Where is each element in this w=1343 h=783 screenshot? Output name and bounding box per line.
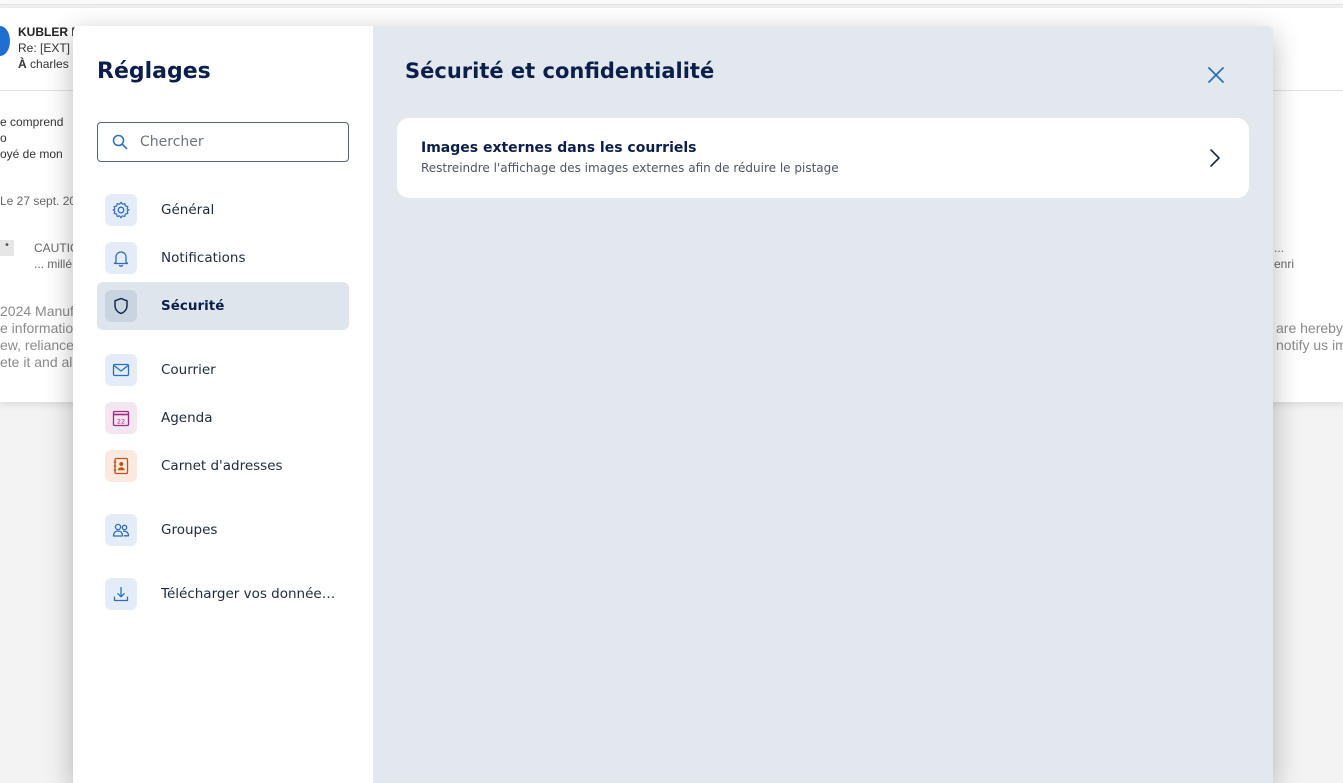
mail-icon [105,354,137,386]
settings-modal: Réglages Général [73,26,1273,783]
to-value: charles [30,57,69,71]
email-subject: Re: [EXT] F [18,41,81,55]
background-top-bar [0,0,1343,5]
search-input[interactable] [140,134,340,150]
external-images-setting[interactable]: Images externes dans les courriels Restr… [397,118,1249,198]
close-icon [1208,67,1224,83]
close-button[interactable] [1203,62,1229,88]
email-date: Le 27 sept. 20 [0,194,77,208]
calendar-day: 22 [117,417,125,425]
sidebar-item-security[interactable]: Sécurité [97,282,349,330]
settings-title: Réglages [97,59,211,84]
right-text: enri [1274,257,1295,271]
sidebar-item-mail[interactable]: Courrier [97,346,349,394]
search-icon [112,134,128,150]
footer-text: 2024 Manufa [0,303,82,319]
footer-text: ete it and all [0,354,76,370]
calendar-icon: 22 [105,402,137,434]
footer-text: ew, reliance [0,337,74,353]
right-text: ... [1274,241,1285,255]
bell-icon [105,242,137,274]
email-body-line: e comprend [0,115,64,129]
search-box[interactable] [97,122,349,162]
footer-text: notify us im [1276,337,1343,353]
sidebar-item-calendar[interactable]: 22 Agenda [97,394,349,442]
sidebar-item-label: Notifications [161,250,246,266]
sidebar-item-label: Sécurité [161,298,225,314]
groups-icon [105,514,137,546]
settings-sidebar: Réglages Général [73,26,373,783]
quote-chip: • [0,240,14,256]
download-icon [105,578,137,610]
caution-text: ... millé [34,257,73,271]
sidebar-item-label: Agenda [161,410,213,426]
gear-icon [105,194,137,226]
sidebar-item-label: Général [161,202,215,218]
email-recipient: À charles [18,57,69,71]
settings-content: Sécurité et confidentialité Images exter… [373,26,1273,783]
sidebar-item-contacts[interactable]: Carnet d'adresses [97,442,349,490]
sidebar-item-label: Groupes [161,522,218,538]
footer-text: are hereby [1276,320,1343,336]
email-sender: KUBLER M [18,25,82,39]
shield-icon [105,290,137,322]
sidebar-item-label: Télécharger vos données personnelles [161,586,341,602]
contacts-icon [105,450,137,482]
sidebar-item-general[interactable]: Général [97,186,349,234]
setting-description: Restreindre l'affichage des images exter… [421,161,839,175]
page-title: Sécurité et confidentialité [405,59,715,83]
sidebar-item-notifications[interactable]: Notifications [97,234,349,282]
chevron-right-icon [1210,149,1220,167]
setting-title: Images externes dans les courriels [421,140,697,156]
to-label: À [18,57,27,71]
email-body-line: o [0,131,7,145]
footer-text: e information [0,320,81,336]
sidebar-item-download-data[interactable]: Télécharger vos données personnelles [97,570,349,618]
sidebar-item-groups[interactable]: Groupes [97,506,349,554]
email-body-line: oyé de mon [0,147,63,161]
sidebar-item-label: Carnet d'adresses [161,458,283,474]
sidebar-item-label: Courrier [161,362,216,378]
